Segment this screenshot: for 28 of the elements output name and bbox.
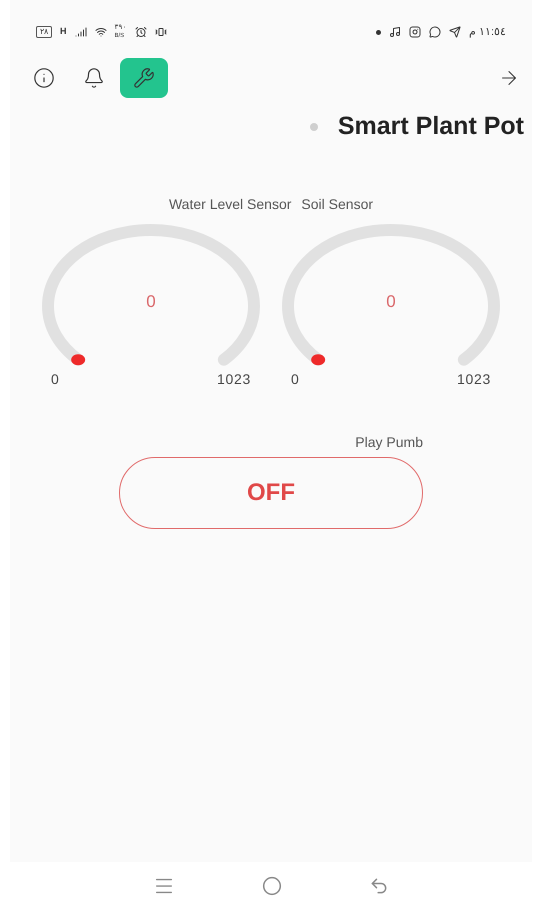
pump-label: Play Pumb [355, 432, 423, 452]
gauge-max: 1023 [457, 370, 491, 388]
page-title: Smart Plant Pot [338, 111, 524, 142]
home-icon[interactable] [262, 876, 282, 896]
gauge-min: 0 [291, 370, 300, 388]
alarm-icon [134, 26, 146, 38]
pump-toggle-button[interactable]: OFF [119, 456, 423, 528]
gauge-value: 0 [146, 290, 156, 312]
gauge-label: Water Level Sensor [168, 194, 292, 214]
camera-icon [408, 26, 421, 38]
send-icon [448, 26, 461, 38]
gauge-indicator [71, 354, 86, 365]
gauge-max: 1023 [217, 370, 251, 388]
vibrate-icon [154, 26, 166, 38]
gauge-label: Soil Sensor [301, 194, 374, 214]
chat-icon [428, 26, 441, 38]
toolbar-button[interactable] [120, 58, 168, 98]
gauge-indicator [311, 354, 326, 365]
clock: ١١:٥٤ م [468, 24, 506, 40]
network-type: H [60, 25, 66, 38]
bell-icon [83, 67, 105, 89]
battery-icon: ٢٨ [36, 26, 52, 38]
gauge-min: 0 [51, 370, 60, 388]
info-icon [33, 67, 55, 89]
gauge-value: 0 [386, 290, 396, 312]
wrench-icon [133, 67, 155, 89]
music-note-icon [388, 26, 401, 38]
back-icon[interactable] [368, 876, 389, 896]
